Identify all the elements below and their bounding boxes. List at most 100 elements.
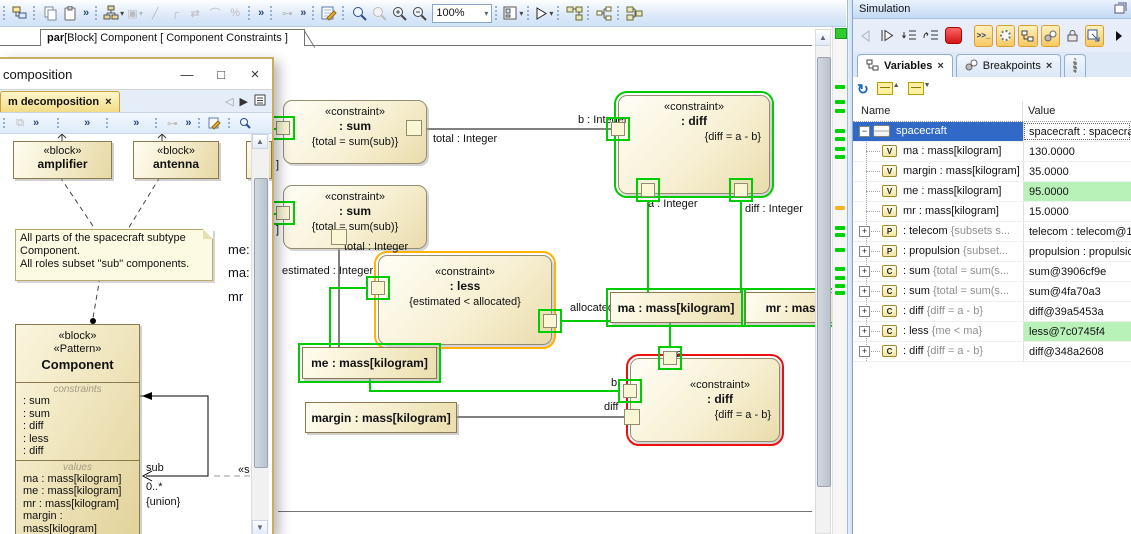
nav-back-icon[interactable]: ◁ xyxy=(225,95,233,108)
port-less-allocated[interactable] xyxy=(538,309,562,333)
annotation-mark[interactable] xyxy=(835,233,845,237)
nav-forward-icon[interactable]: ▶ xyxy=(240,95,248,108)
toolbar-drag-handle[interactable] xyxy=(311,5,316,22)
variables-table-row[interactable]: V me : mass[kilogram] 95.0000 xyxy=(853,182,1131,202)
row-name-cell[interactable]: + P : telecom {subsets s... xyxy=(853,222,1023,241)
toolbar-more-icon[interactable] xyxy=(1109,25,1128,47)
toolbar-drag-handle[interactable] xyxy=(105,117,110,130)
toolbar-overflow-button[interactable]: » xyxy=(185,117,191,129)
dock-icon[interactable]: ⊶ xyxy=(278,3,296,23)
row-value-cell[interactable]: 35.0000 xyxy=(1023,162,1131,181)
lock-icon[interactable] xyxy=(1063,25,1082,47)
window-diagram-canvas[interactable]: «block» amplifier «block» antenna All pa… xyxy=(0,134,272,534)
variables-table-row[interactable]: + C : sum {total = sum(s... sum@3906cf9e xyxy=(853,262,1131,282)
column-header-value[interactable]: Value xyxy=(1023,101,1131,121)
port-difftop-b[interactable] xyxy=(606,117,630,141)
tab-decomposition[interactable]: m decomposition × xyxy=(0,91,120,112)
annotation-mark[interactable] xyxy=(835,291,845,295)
path-style-icon[interactable]: ⇄ xyxy=(186,3,204,23)
toolbar-overflow-button[interactable]: » xyxy=(83,7,89,19)
row-value-cell[interactable]: sum@3906cf9e xyxy=(1023,262,1131,281)
zoom-1-1-icon[interactable] xyxy=(370,3,388,23)
toolbar-drag-handle[interactable] xyxy=(32,5,37,22)
toolbar-drag-handle[interactable] xyxy=(2,117,7,130)
row-value-cell[interactable]: 15.0000 xyxy=(1023,202,1131,221)
toolbar-drag-handle[interactable] xyxy=(227,117,232,130)
tab-close-icon[interactable]: × xyxy=(937,60,943,72)
curved-path-icon[interactable]: ⌒ xyxy=(206,3,224,23)
relation-map-icon[interactable] xyxy=(595,3,613,23)
window-title-bar[interactable]: composition — □ × xyxy=(0,59,272,90)
toolbar-overflow-button[interactable]: » xyxy=(300,7,306,19)
annotation-mark[interactable] xyxy=(835,147,845,151)
tab-breakpoints[interactable]: Breakpoints × xyxy=(956,54,1062,77)
row-name-cell[interactable]: + C : diff {diff = a - b} xyxy=(853,342,1023,361)
port-sum1-total[interactable] xyxy=(406,120,422,136)
options-toggle-icon[interactable] xyxy=(996,25,1015,47)
scroll-up-icon[interactable]: ▲ xyxy=(816,30,830,46)
annotation-mark[interactable] xyxy=(835,129,845,133)
toolbar-drag-handle[interactable] xyxy=(526,5,531,22)
constraint-block-less[interactable]: «constraint» : less {estimated < allocat… xyxy=(378,255,552,345)
toolbar-drag-handle[interactable] xyxy=(197,117,202,130)
tab-list-icon[interactable] xyxy=(254,94,266,109)
tab-close-icon[interactable]: × xyxy=(1046,60,1052,72)
variables-table-row[interactable]: V margin : mass[kilogram] 35.0000 xyxy=(853,162,1131,182)
simulation-panel-header[interactable]: Simulation xyxy=(853,0,1131,19)
structure-browser-icon[interactable] xyxy=(625,3,643,23)
row-name-cell[interactable]: + C : diff {diff = a - b} xyxy=(853,302,1023,321)
row-name-cell[interactable]: + C : sum {total = sum(s... xyxy=(853,282,1023,301)
variables-table-header[interactable]: Name Value xyxy=(853,101,1131,122)
row-value-cell[interactable]: 130.0000 xyxy=(1023,142,1131,161)
console-toggle-icon[interactable]: >>_ xyxy=(974,25,993,47)
oblique-path-icon[interactable]: ╱ xyxy=(146,3,164,23)
annotation-mark[interactable] xyxy=(835,284,845,288)
block-component[interactable]: «block» «Pattern» Component constraints … xyxy=(15,324,140,534)
row-value-cell[interactable]: sum@4fa70a3 xyxy=(1023,282,1131,301)
row-name-cell[interactable]: V me : mass[kilogram] xyxy=(853,182,1023,201)
row-name-cell[interactable]: V mr : mass[kilogram] xyxy=(853,202,1023,221)
step-back-icon[interactable] xyxy=(856,25,875,47)
scroll-up-icon[interactable]: ▲ xyxy=(252,134,268,149)
port-sum2-sub[interactable] xyxy=(271,201,295,225)
rectilinear-path-icon[interactable]: ┌ xyxy=(166,3,184,23)
diagram-hierarchy-icon[interactable]: ▾ xyxy=(103,3,124,23)
variables-table-row[interactable]: + C : sum {total = sum(s... sum@4fa70a3 xyxy=(853,282,1131,302)
toolbar-overflow-button[interactable]: » xyxy=(84,117,90,129)
add-port-icon[interactable]: ▣▾ xyxy=(126,3,144,23)
validation-icon[interactable] xyxy=(320,3,338,23)
variables-table-row[interactable]: + P : propulsion {subset... propulsion :… xyxy=(853,242,1131,262)
layout-icon[interactable]: ▾ xyxy=(503,3,523,23)
row-expander-icon[interactable]: + xyxy=(859,246,870,257)
toolbar-drag-handle[interactable] xyxy=(494,5,499,22)
containment-tree-icon[interactable] xyxy=(11,3,29,23)
dropdown-arrow-icon[interactable]: ▾ xyxy=(120,9,124,18)
split-path-icon[interactable]: % xyxy=(226,3,244,23)
toolbar-drag-handle[interactable] xyxy=(154,117,159,130)
annotation-marker-bar[interactable] xyxy=(832,26,848,534)
row-name-cell[interactable]: − spacecraft xyxy=(853,122,1023,141)
zoom-in-icon[interactable] xyxy=(390,3,408,23)
row-value-cell[interactable]: spacecraft : spacecra xyxy=(1023,122,1131,141)
export-window-icon[interactable] xyxy=(1085,25,1104,47)
row-value-cell[interactable]: propulsion : propulsion xyxy=(1023,242,1131,261)
row-expander-icon[interactable]: − xyxy=(859,126,870,137)
toolbar-drag-handle[interactable] xyxy=(56,117,61,130)
step-into-icon[interactable] xyxy=(900,25,919,47)
annotation-mark[interactable] xyxy=(835,137,845,141)
row-name-cell[interactable]: + C : sum {total = sum(s... xyxy=(853,262,1023,281)
variables-view-toggle-icon[interactable] xyxy=(1018,25,1037,47)
port-diffbottom-diff[interactable] xyxy=(624,409,640,425)
row-name-cell[interactable]: V ma : mass[kilogram] xyxy=(853,142,1023,161)
run-simulation-icon[interactable]: ▾ xyxy=(535,3,553,23)
resume-icon[interactable] xyxy=(878,25,897,47)
part-block-me[interactable]: me : mass[kilogram] xyxy=(302,347,437,379)
port-sum1-sub[interactable] xyxy=(271,116,295,140)
annotation-toggle-square[interactable] xyxy=(835,28,847,39)
row-expander-icon[interactable]: + xyxy=(859,306,870,317)
variables-table-row[interactable]: + C : diff {diff = a - b} diff@348a2608 xyxy=(853,342,1131,362)
tab-close-icon[interactable]: × xyxy=(105,96,111,108)
annotation-mark[interactable] xyxy=(835,248,845,252)
row-name-cell[interactable]: + P : propulsion {subset... xyxy=(853,242,1023,261)
variables-table-row[interactable]: V mr : mass[kilogram] 15.0000 xyxy=(853,202,1131,222)
